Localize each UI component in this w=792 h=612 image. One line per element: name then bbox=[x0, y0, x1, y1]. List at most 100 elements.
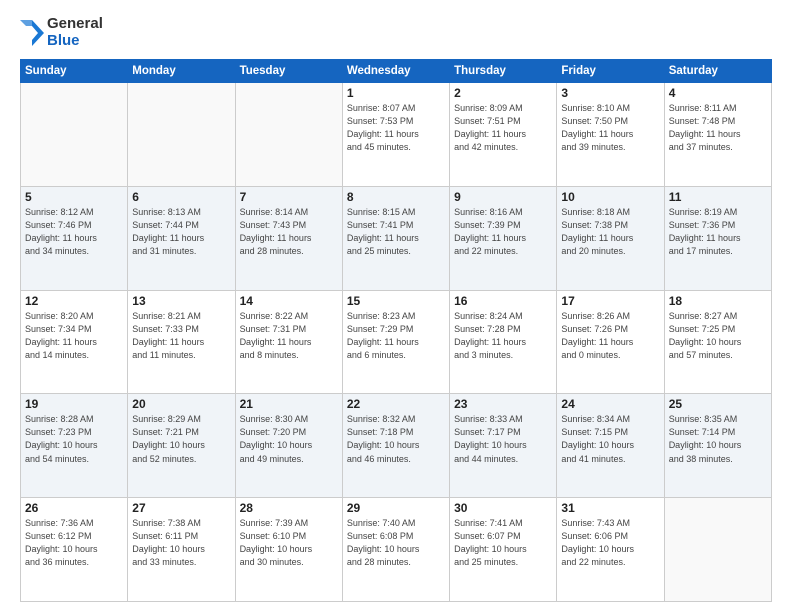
day-number: 8 bbox=[347, 190, 445, 204]
day-info: Sunrise: 8:19 AM Sunset: 7:36 PM Dayligh… bbox=[669, 206, 767, 258]
day-info: Sunrise: 7:36 AM Sunset: 6:12 PM Dayligh… bbox=[25, 517, 123, 569]
day-info: Sunrise: 8:34 AM Sunset: 7:15 PM Dayligh… bbox=[561, 413, 659, 465]
day-info: Sunrise: 8:21 AM Sunset: 7:33 PM Dayligh… bbox=[132, 310, 230, 362]
calendar-cell: 15Sunrise: 8:23 AM Sunset: 7:29 PM Dayli… bbox=[342, 290, 449, 394]
day-number: 3 bbox=[561, 86, 659, 100]
calendar-cell: 11 Sunrise: 8:19 AM Sunset: 7:36 PM Dayli… bbox=[664, 186, 771, 290]
weekday-saturday: Saturday bbox=[664, 60, 771, 83]
day-info: Sunrise: 8:32 AM Sunset: 7:18 PM Dayligh… bbox=[347, 413, 445, 465]
day-info: Sunrise: 8:30 AM Sunset: 7:20 PM Dayligh… bbox=[240, 413, 338, 465]
day-info: Sunrise: 7:43 AM Sunset: 6:06 PM Dayligh… bbox=[561, 517, 659, 569]
day-info: Sunrise: 8:26 AM Sunset: 7:26 PM Dayligh… bbox=[561, 310, 659, 362]
day-number: 29 bbox=[347, 501, 445, 515]
day-info: Sunrise: 8:16 AM Sunset: 7:39 PM Dayligh… bbox=[454, 206, 552, 258]
calendar-cell: 2Sunrise: 8:09 AM Sunset: 7:51 PM Daylig… bbox=[450, 83, 557, 187]
calendar-cell: 10 Sunrise: 8:18 AM Sunset: 7:38 PM Dayli… bbox=[557, 186, 664, 290]
calendar-week-2: 12Sunrise: 8:20 AM Sunset: 7:34 PM Dayli… bbox=[21, 290, 772, 394]
calendar-cell bbox=[128, 83, 235, 187]
day-number: 22 bbox=[347, 397, 445, 411]
day-info: Sunrise: 8:33 AM Sunset: 7:17 PM Dayligh… bbox=[454, 413, 552, 465]
page-header: General Blue bbox=[20, 16, 772, 49]
calendar-cell: 8 Sunrise: 8:15 AM Sunset: 7:41 PM Daylig… bbox=[342, 186, 449, 290]
calendar-cell: 5 Sunrise: 8:12 AM Sunset: 7:46 PM Daylig… bbox=[21, 186, 128, 290]
calendar-cell bbox=[235, 83, 342, 187]
day-number: 17 bbox=[561, 294, 659, 308]
day-number: 21 bbox=[240, 397, 338, 411]
calendar-week-3: 19 Sunrise: 8:28 AM Sunset: 7:23 PM Dayli… bbox=[21, 394, 772, 498]
calendar-cell: 16 Sunrise: 8:24 AM Sunset: 7:28 PM Dayli… bbox=[450, 290, 557, 394]
calendar-week-1: 5 Sunrise: 8:12 AM Sunset: 7:46 PM Daylig… bbox=[21, 186, 772, 290]
day-info: Sunrise: 8:18 AM Sunset: 7:38 PM Dayligh… bbox=[561, 206, 659, 258]
calendar-cell: 7 Sunrise: 8:14 AM Sunset: 7:43 PM Daylig… bbox=[235, 186, 342, 290]
day-number: 31 bbox=[561, 501, 659, 515]
day-info: Sunrise: 8:35 AM Sunset: 7:14 PM Dayligh… bbox=[669, 413, 767, 465]
calendar-cell: 13 Sunrise: 8:21 AM Sunset: 7:33 PM Dayli… bbox=[128, 290, 235, 394]
day-info: Sunrise: 8:15 AM Sunset: 7:41 PM Dayligh… bbox=[347, 206, 445, 258]
calendar-cell: 26Sunrise: 7:36 AM Sunset: 6:12 PM Dayli… bbox=[21, 498, 128, 602]
day-number: 16 bbox=[454, 294, 552, 308]
day-info: Sunrise: 8:28 AM Sunset: 7:23 PM Dayligh… bbox=[25, 413, 123, 465]
calendar-cell: 23Sunrise: 8:33 AM Sunset: 7:17 PM Dayli… bbox=[450, 394, 557, 498]
calendar-cell: 4 Sunrise: 8:11 AM Sunset: 7:48 PM Daylig… bbox=[664, 83, 771, 187]
logo-general-text: General bbox=[47, 16, 103, 33]
day-number: 4 bbox=[669, 86, 767, 100]
calendar-cell: 30 Sunrise: 7:41 AM Sunset: 6:07 PM Dayli… bbox=[450, 498, 557, 602]
day-info: Sunrise: 7:40 AM Sunset: 6:08 PM Dayligh… bbox=[347, 517, 445, 569]
weekday-friday: Friday bbox=[557, 60, 664, 83]
day-info: Sunrise: 8:27 AM Sunset: 7:25 PM Dayligh… bbox=[669, 310, 767, 362]
day-number: 10 bbox=[561, 190, 659, 204]
day-number: 14 bbox=[240, 294, 338, 308]
calendar-cell: 12Sunrise: 8:20 AM Sunset: 7:34 PM Dayli… bbox=[21, 290, 128, 394]
calendar-cell: 20Sunrise: 8:29 AM Sunset: 7:21 PM Dayli… bbox=[128, 394, 235, 498]
calendar-cell bbox=[21, 83, 128, 187]
day-info: Sunrise: 8:11 AM Sunset: 7:48 PM Dayligh… bbox=[669, 102, 767, 154]
day-info: Sunrise: 7:41 AM Sunset: 6:07 PM Dayligh… bbox=[454, 517, 552, 569]
weekday-sunday: Sunday bbox=[21, 60, 128, 83]
calendar-cell: 3 Sunrise: 8:10 AM Sunset: 7:50 PM Daylig… bbox=[557, 83, 664, 187]
calendar-cell: 1 Sunrise: 8:07 AM Sunset: 7:53 PM Daylig… bbox=[342, 83, 449, 187]
day-number: 27 bbox=[132, 501, 230, 515]
day-number: 11 bbox=[669, 190, 767, 204]
day-info: Sunrise: 8:14 AM Sunset: 7:43 PM Dayligh… bbox=[240, 206, 338, 258]
weekday-header-row: SundayMondayTuesdayWednesdayThursdayFrid… bbox=[21, 60, 772, 83]
day-info: Sunrise: 8:12 AM Sunset: 7:46 PM Dayligh… bbox=[25, 206, 123, 258]
day-info: Sunrise: 8:22 AM Sunset: 7:31 PM Dayligh… bbox=[240, 310, 338, 362]
day-number: 9 bbox=[454, 190, 552, 204]
calendar-cell: 19 Sunrise: 8:28 AM Sunset: 7:23 PM Dayli… bbox=[21, 394, 128, 498]
weekday-tuesday: Tuesday bbox=[235, 60, 342, 83]
calendar-cell: 9 Sunrise: 8:16 AM Sunset: 7:39 PM Daylig… bbox=[450, 186, 557, 290]
day-info: Sunrise: 8:07 AM Sunset: 7:53 PM Dayligh… bbox=[347, 102, 445, 154]
day-number: 30 bbox=[454, 501, 552, 515]
calendar-cell: 27 Sunrise: 7:38 AM Sunset: 6:11 PM Dayli… bbox=[128, 498, 235, 602]
calendar-table: SundayMondayTuesdayWednesdayThursdayFrid… bbox=[20, 59, 772, 602]
weekday-monday: Monday bbox=[128, 60, 235, 83]
logo-blue-text: Blue bbox=[47, 33, 103, 50]
day-number: 13 bbox=[132, 294, 230, 308]
day-number: 15 bbox=[347, 294, 445, 308]
calendar-cell: 24 Sunrise: 8:34 AM Sunset: 7:15 PM Dayli… bbox=[557, 394, 664, 498]
day-info: Sunrise: 8:10 AM Sunset: 7:50 PM Dayligh… bbox=[561, 102, 659, 154]
day-info: Sunrise: 8:09 AM Sunset: 7:51 PM Dayligh… bbox=[454, 102, 552, 154]
day-info: Sunrise: 7:39 AM Sunset: 6:10 PM Dayligh… bbox=[240, 517, 338, 569]
logo: General Blue bbox=[20, 16, 103, 49]
day-number: 19 bbox=[25, 397, 123, 411]
day-number: 6 bbox=[132, 190, 230, 204]
day-info: Sunrise: 7:38 AM Sunset: 6:11 PM Dayligh… bbox=[132, 517, 230, 569]
calendar-week-0: 1 Sunrise: 8:07 AM Sunset: 7:53 PM Daylig… bbox=[21, 83, 772, 187]
day-number: 1 bbox=[347, 86, 445, 100]
day-number: 5 bbox=[25, 190, 123, 204]
calendar-cell: 6Sunrise: 8:13 AM Sunset: 7:44 PM Daylig… bbox=[128, 186, 235, 290]
logo-icon bbox=[20, 20, 44, 46]
calendar-cell: 31 Sunrise: 7:43 AM Sunset: 6:06 PM Dayli… bbox=[557, 498, 664, 602]
calendar-cell: 28 Sunrise: 7:39 AM Sunset: 6:10 PM Dayli… bbox=[235, 498, 342, 602]
day-number: 24 bbox=[561, 397, 659, 411]
calendar-week-4: 26Sunrise: 7:36 AM Sunset: 6:12 PM Dayli… bbox=[21, 498, 772, 602]
calendar-cell: 14 Sunrise: 8:22 AM Sunset: 7:31 PM Dayli… bbox=[235, 290, 342, 394]
day-info: Sunrise: 8:24 AM Sunset: 7:28 PM Dayligh… bbox=[454, 310, 552, 362]
day-number: 12 bbox=[25, 294, 123, 308]
day-number: 7 bbox=[240, 190, 338, 204]
day-number: 28 bbox=[240, 501, 338, 515]
weekday-wednesday: Wednesday bbox=[342, 60, 449, 83]
weekday-thursday: Thursday bbox=[450, 60, 557, 83]
calendar-cell: 22 Sunrise: 8:32 AM Sunset: 7:18 PM Dayli… bbox=[342, 394, 449, 498]
